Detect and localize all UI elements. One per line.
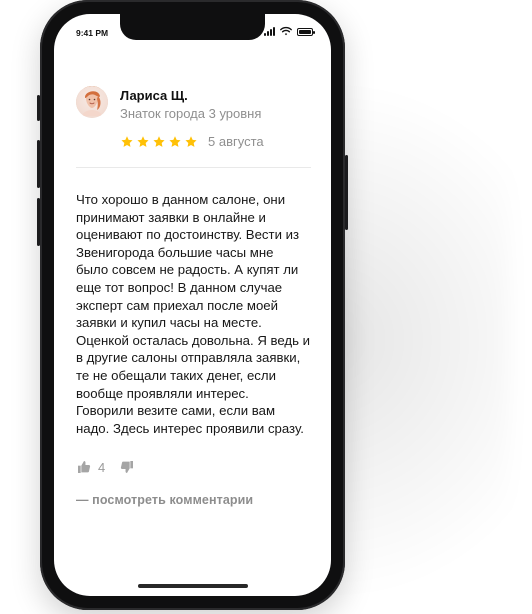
- review-text: Что хорошо в данном салоне, они принимаю…: [76, 192, 310, 436]
- home-indicator: [137, 584, 248, 588]
- volume-down-button: [37, 198, 40, 246]
- reviewer-text: Лариса Щ. Знаток города 3 уровня: [120, 86, 261, 122]
- like-button[interactable]: 4: [76, 459, 105, 475]
- reviewer-level: Знаток города 3 уровня: [120, 106, 262, 121]
- phone-frame: 9:41 PM Лариса Щ. Знаток города 3 уровня…: [37, 0, 348, 610]
- review-date: 5 августа: [208, 134, 264, 149]
- avatar-illustration: [76, 86, 108, 118]
- power-button: [345, 155, 348, 230]
- status-time: 9:41 PM: [76, 28, 109, 38]
- star-icon: [137, 135, 149, 147]
- like-count: 4: [98, 459, 106, 475]
- notch: [120, 14, 265, 40]
- view-comments-link[interactable]: — посмотреть комментарии: [76, 493, 311, 507]
- volume-up-button: [37, 140, 40, 188]
- star-icon: [185, 135, 197, 147]
- star-icon: [121, 135, 133, 147]
- avatar[interactable]: [76, 86, 108, 118]
- mute-switch: [37, 95, 40, 121]
- reactions: 4: [76, 459, 311, 475]
- divider: [76, 167, 311, 168]
- review-card: Лариса Щ. Знаток города 3 уровня 5 авгус…: [76, 86, 311, 507]
- star-icon: [169, 135, 181, 147]
- reviewer-name[interactable]: Лариса Щ.: [120, 88, 261, 104]
- mockup-stage: 9:41 PM Лариса Щ. Знаток города 3 уровня…: [0, 0, 532, 614]
- thumbs-down-icon: [121, 461, 134, 474]
- rating-row: 5 августа: [120, 134, 311, 149]
- wifi-icon: [280, 26, 292, 36]
- star-icon: [153, 135, 165, 147]
- dislike-button[interactable]: [119, 459, 135, 475]
- status-icons: [264, 26, 315, 36]
- rating-stars: [120, 135, 198, 149]
- cellular-signal-icon: [264, 26, 275, 36]
- battery-icon: [297, 28, 315, 36]
- thumbs-up-icon: [78, 461, 91, 474]
- phone-screen: 9:41 PM Лариса Щ. Знаток города 3 уровня…: [54, 14, 331, 596]
- reviewer-header: Лариса Щ. Знаток города 3 уровня: [76, 86, 311, 122]
